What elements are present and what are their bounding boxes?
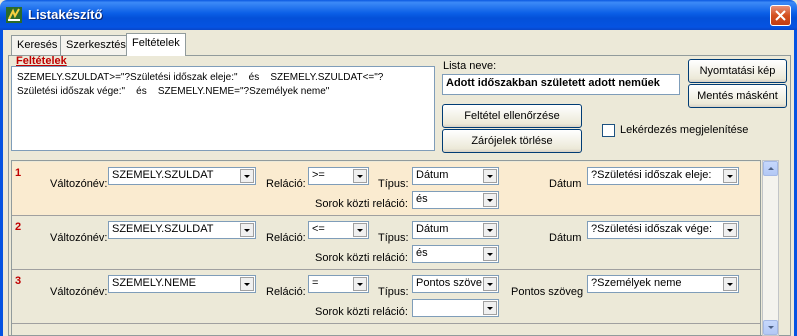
value-select[interactable]: ?Születési időszak vége: xyxy=(587,221,739,239)
type-label: Típus: xyxy=(378,232,409,244)
scroll-up-icon[interactable] xyxy=(763,161,778,176)
relation-value: >= xyxy=(312,169,325,181)
relation-value: = xyxy=(312,277,319,289)
value-select[interactable]: ?Születési időszak eleje: xyxy=(587,167,739,185)
chevron-down-icon[interactable] xyxy=(483,301,497,315)
variable-name-label: Változónév: xyxy=(50,232,108,244)
chevron-down-icon[interactable] xyxy=(723,223,737,237)
value-text: ?Személyek neme xyxy=(591,277,682,289)
tab-label: Keresés xyxy=(17,39,58,51)
row-relation-select[interactable]: és xyxy=(412,191,499,209)
variable-value: SZEMELY.SZULDAT xyxy=(112,223,214,235)
type-select[interactable]: Dátum xyxy=(412,221,499,239)
variable-select[interactable]: SZEMELY.NEME xyxy=(108,275,256,293)
tab-feltetelek[interactable]: Feltételek xyxy=(126,33,186,56)
row-number: 1 xyxy=(15,167,22,179)
type-value: Pontos szöve xyxy=(416,277,483,289)
row-relation-label: Sorok közti reláció: xyxy=(315,198,408,210)
relation-label: Reláció: xyxy=(266,178,306,190)
row-number: 3 xyxy=(15,275,22,287)
close-icon xyxy=(775,10,786,21)
value-text: ?Születési időszak vége: xyxy=(591,223,713,235)
row-number: 2 xyxy=(15,221,22,233)
scroll-down-icon[interactable] xyxy=(763,320,778,335)
condition-row: 2 Változónév: SZEMELY.SZULDAT Reláció: <… xyxy=(12,216,760,270)
value-select[interactable]: ?Személyek neme xyxy=(587,275,739,293)
value-label: Dátum xyxy=(549,178,582,190)
value-label: Pontos szöveg xyxy=(511,286,584,298)
relation-select[interactable]: = xyxy=(308,275,369,293)
chevron-down-icon[interactable] xyxy=(483,277,497,291)
condition-row: 3 Változónév: SZEMELY.NEME Reláció: = Tí… xyxy=(12,270,760,324)
row-relation-select[interactable] xyxy=(412,299,499,317)
variable-name-label: Változónév: xyxy=(50,286,108,298)
chevron-down-icon[interactable] xyxy=(483,193,497,207)
clear-brackets-button[interactable]: Zárójelek törlése xyxy=(442,129,582,153)
value-label: Dátum xyxy=(549,232,582,244)
chevron-down-icon[interactable] xyxy=(353,169,367,183)
row-relation-value: és xyxy=(416,247,428,259)
show-query-label: Lekérdezés megjelenítése xyxy=(620,124,749,136)
vertical-scrollbar[interactable] xyxy=(762,160,779,336)
print-view-button[interactable]: Nyomtatási kép xyxy=(688,59,787,83)
conditions-textarea[interactable]: SZEMELY.SZULDAT>="?Születési időszak ele… xyxy=(11,66,435,151)
relation-value: <= xyxy=(312,223,325,235)
value-text: ?Születési időszak eleje: xyxy=(591,169,712,181)
variable-select[interactable]: SZEMELY.SZULDAT xyxy=(108,167,256,185)
chevron-down-icon[interactable] xyxy=(723,277,737,291)
chevron-down-icon[interactable] xyxy=(240,223,254,237)
check-condition-button[interactable]: Feltétel ellenőrzése xyxy=(442,104,582,128)
conditions-group-label: Feltételek xyxy=(16,55,67,67)
chevron-down-icon[interactable] xyxy=(240,277,254,291)
list-name-input[interactable]: Adott időszakban született adott neműek xyxy=(442,74,680,95)
save-as-button[interactable]: Mentés másként xyxy=(688,84,787,108)
chevron-down-icon[interactable] xyxy=(723,169,737,183)
relation-label: Reláció: xyxy=(266,232,306,244)
condition-rows: 1 Változónév: SZEMELY.SZULDAT Reláció: >… xyxy=(11,160,761,336)
tab-label: Szerkesztés xyxy=(66,39,126,51)
list-name-label: Lista neve: xyxy=(443,60,497,72)
row-relation-label: Sorok közti reláció: xyxy=(315,252,408,264)
variable-select[interactable]: SZEMELY.SZULDAT xyxy=(108,221,256,239)
condition-row: 1 Változónév: SZEMELY.SZULDAT Reláció: >… xyxy=(12,162,760,216)
type-label: Típus: xyxy=(378,286,409,298)
chevron-down-icon[interactable] xyxy=(353,223,367,237)
chevron-down-icon[interactable] xyxy=(353,277,367,291)
chevron-down-icon[interactable] xyxy=(483,247,497,261)
chevron-down-icon[interactable] xyxy=(240,169,254,183)
relation-select[interactable]: <= xyxy=(308,221,369,239)
variable-value: SZEMELY.SZULDAT xyxy=(112,169,214,181)
row-relation-label: Sorok közti reláció: xyxy=(315,306,408,318)
variable-name-label: Változónév: xyxy=(50,178,108,190)
tab-label: Feltételek xyxy=(132,37,180,49)
close-button[interactable] xyxy=(770,5,791,26)
chevron-down-icon[interactable] xyxy=(483,169,497,183)
show-query-checkbox[interactable] xyxy=(602,124,615,137)
window-title: Listakészítő xyxy=(28,7,103,22)
title-bar[interactable]: Listakészítő xyxy=(0,0,797,30)
type-select[interactable]: Pontos szöve xyxy=(412,275,499,293)
type-value: Dátum xyxy=(416,223,449,235)
type-select[interactable]: Dátum xyxy=(412,167,499,185)
row-relation-value: és xyxy=(416,193,428,205)
relation-select[interactable]: >= xyxy=(308,167,369,185)
type-label: Típus: xyxy=(378,178,409,190)
row-relation-select[interactable]: és xyxy=(412,245,499,263)
chevron-down-icon[interactable] xyxy=(483,223,497,237)
type-value: Dátum xyxy=(416,169,449,181)
variable-value: SZEMELY.NEME xyxy=(112,277,196,289)
tab-kereses[interactable]: Keresés xyxy=(11,35,64,55)
app-icon xyxy=(6,7,22,23)
tab-szerkesztes[interactable]: Szerkesztés xyxy=(60,35,132,55)
relation-label: Reláció: xyxy=(266,286,306,298)
